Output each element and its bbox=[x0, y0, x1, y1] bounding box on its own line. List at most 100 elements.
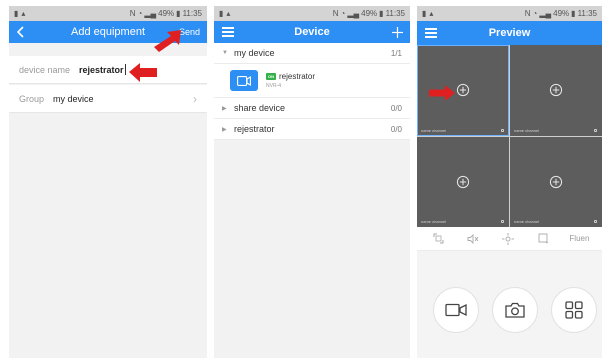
add-channel-icon[interactable] bbox=[456, 175, 470, 188]
preview-actions bbox=[417, 287, 602, 333]
page-title: Preview bbox=[488, 27, 531, 39]
add-channel-icon[interactable] bbox=[549, 175, 563, 188]
online-badge: ON bbox=[266, 73, 276, 80]
camera-icon bbox=[505, 302, 525, 318]
channel-cell-4[interactable]: name channel bbox=[510, 136, 602, 227]
send-button[interactable]: Send bbox=[179, 21, 200, 43]
status-bar: ▮ ▴ N ◔ ▂▄ 49% ▮ 11:35 bbox=[214, 6, 410, 21]
group-count: 0/0 bbox=[390, 124, 402, 134]
expanded-triangle-icon: ▼ bbox=[222, 50, 228, 56]
device-name-row[interactable]: device name rejestrator bbox=[9, 56, 207, 84]
status-bar: ▮ ▴ N ◔ ▂▄ 49% ▮ 11:35 bbox=[9, 6, 207, 21]
fullscreen-button[interactable] bbox=[429, 230, 447, 248]
signal-icon: ▂▄ bbox=[347, 9, 360, 18]
battery-percent: 49% bbox=[158, 9, 175, 18]
battery-icon: ▮ bbox=[379, 9, 384, 18]
channel-status-icon bbox=[594, 128, 597, 132]
add-channel-icon[interactable] bbox=[456, 84, 470, 97]
device-name-field[interactable]: rejestrator bbox=[79, 64, 126, 75]
fluent-quality-button[interactable]: Fluen bbox=[569, 234, 589, 243]
device-name: rejestrator bbox=[279, 72, 316, 81]
notification-icon: ▮ bbox=[14, 9, 19, 18]
channel-status-icon bbox=[501, 220, 504, 223]
page-title: Device bbox=[294, 26, 330, 38]
grid-layout-icon bbox=[565, 301, 583, 319]
device-name-label: device name bbox=[19, 64, 71, 75]
channel-cell-2[interactable]: name channel bbox=[510, 45, 602, 136]
collapsed-triangle-icon: ▶ bbox=[222, 126, 227, 133]
ptz-icon bbox=[502, 232, 515, 245]
clock: 11:35 bbox=[182, 9, 202, 18]
add-channel-icon[interactable] bbox=[549, 84, 563, 97]
clock: 11:35 bbox=[577, 9, 597, 18]
plus-icon bbox=[392, 26, 403, 38]
mute-icon bbox=[468, 233, 479, 244]
layout-button[interactable] bbox=[551, 287, 597, 333]
mute-button[interactable] bbox=[464, 230, 482, 248]
ptz-button[interactable] bbox=[499, 230, 517, 248]
text-cursor bbox=[124, 64, 126, 75]
signal-icon: ▂▄ bbox=[539, 9, 552, 18]
battery-percent: 49% bbox=[553, 9, 570, 18]
group-count: 0/0 bbox=[390, 103, 402, 113]
snapshot-button[interactable] bbox=[492, 287, 538, 333]
group-label: Group bbox=[19, 93, 45, 104]
status-bar: ▮ ▴ N ◔ ▂▄ 49% ▮ 11:35 bbox=[417, 6, 602, 21]
notification-icon: ▮ bbox=[422, 9, 427, 18]
video-camera-icon bbox=[445, 303, 467, 317]
group-row[interactable]: Group my device › bbox=[9, 85, 207, 113]
image-notification-icon: ▴ bbox=[21, 9, 26, 18]
crop-icon bbox=[538, 233, 549, 244]
send-label: Send bbox=[178, 27, 200, 37]
channel-grid: name channel name channel name channel n… bbox=[417, 45, 602, 227]
channel-status-icon bbox=[501, 128, 504, 132]
menu-button[interactable] bbox=[222, 21, 234, 43]
group-value: my device bbox=[53, 93, 94, 104]
nfc-icon: N bbox=[332, 9, 339, 18]
nfc-icon: N bbox=[524, 9, 531, 18]
battery-icon: ▮ bbox=[571, 9, 576, 18]
red-arrow-to-send bbox=[154, 30, 181, 52]
app-bar: Device bbox=[214, 21, 410, 43]
screenshot-button[interactable] bbox=[534, 230, 552, 248]
add-device-button[interactable] bbox=[392, 21, 403, 43]
battery-percent: 49% bbox=[361, 9, 378, 18]
group-form: Group my device › bbox=[9, 85, 207, 113]
wifi-icon: ◔ bbox=[532, 9, 538, 18]
preview-toolbar: Fluen bbox=[417, 227, 602, 251]
channel-label: name channel bbox=[421, 219, 447, 224]
channel-label: name channel bbox=[421, 127, 447, 133]
app-bar: Preview bbox=[417, 21, 602, 45]
device-name-form: device name rejestrator bbox=[9, 56, 207, 84]
device-name-value: rejestrator bbox=[79, 64, 124, 75]
device-list: ▼ my device 1/1 ON rejestrator NVR-4 ▶ s… bbox=[214, 43, 410, 140]
signal-icon: ▂▄ bbox=[144, 9, 157, 18]
channel-label: name channel bbox=[514, 219, 540, 224]
red-arrow-to-add-channel bbox=[429, 85, 455, 101]
image-notification-icon: ▴ bbox=[226, 9, 231, 18]
device-model: NVR-4 bbox=[266, 83, 282, 89]
group-row-rejestrator[interactable]: ▶ rejestrator 0/0 bbox=[214, 119, 410, 140]
camera-device-icon bbox=[230, 70, 258, 91]
image-notification-icon: ▴ bbox=[429, 9, 434, 18]
hamburger-icon bbox=[222, 25, 234, 39]
back-arrow-icon bbox=[17, 26, 24, 38]
group-row-share-device[interactable]: ▶ share device 0/0 bbox=[214, 98, 410, 119]
device-item[interactable]: ON rejestrator NVR-4 bbox=[214, 64, 410, 98]
channel-cell-3[interactable]: name channel bbox=[417, 136, 509, 227]
group-row-my-device[interactable]: ▼ my device 1/1 bbox=[214, 43, 410, 64]
device-screen: ▮ ▴ N ◔ ▂▄ 49% ▮ 11:35 Device ▼ my devic… bbox=[214, 6, 410, 358]
fullscreen-icon bbox=[433, 233, 444, 244]
battery-icon: ▮ bbox=[176, 9, 181, 18]
wifi-icon: ◔ bbox=[137, 9, 143, 18]
menu-button[interactable] bbox=[425, 21, 437, 45]
add-equipment-screen: ▮ ▴ N ◔ ▂▄ 49% ▮ 11:35 Add equipment Sen… bbox=[9, 6, 207, 358]
channel-label: name channel bbox=[514, 127, 540, 133]
hamburger-icon bbox=[425, 26, 437, 40]
back-button[interactable] bbox=[17, 21, 25, 43]
red-arrow-to-device-name bbox=[129, 63, 157, 82]
record-button[interactable] bbox=[433, 287, 479, 333]
page-title: Add equipment bbox=[71, 26, 145, 38]
clock: 11:35 bbox=[385, 9, 405, 18]
notification-icon: ▮ bbox=[219, 9, 224, 18]
